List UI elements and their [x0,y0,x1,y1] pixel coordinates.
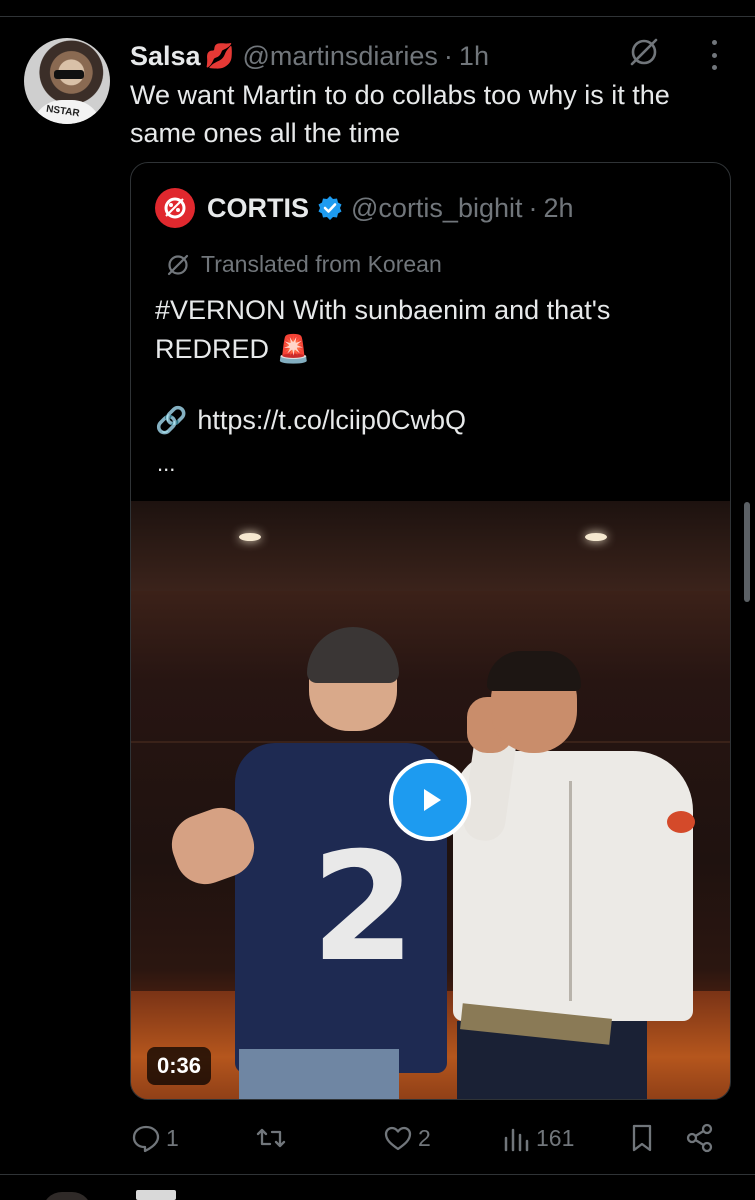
studio-ceiling [131,501,730,591]
translated-label[interactable]: Translated from Korean [165,251,442,278]
header-separator: · [443,40,453,71]
bookmark-icon [632,1124,652,1152]
video-duration: 0:36 [147,1047,212,1085]
quoted-ellipsis: ... [157,451,176,476]
quoted-author-name[interactable]: CORTIS [207,193,309,224]
post-text: We want Martin to do collabs too why is … [130,80,670,148]
views-icon [504,1128,529,1152]
share-button[interactable] [684,1118,720,1158]
action-bar: 1 2 161 [130,1118,730,1158]
post-time[interactable]: 1h [459,41,489,72]
name-emoji: 💋 [204,42,235,70]
person-left-jeans [239,1049,399,1099]
views-count: 161 [536,1124,575,1151]
views-button[interactable]: 161 [502,1118,574,1158]
post-header: Salsa 💋 @martinsdiaries · 1h [130,36,489,76]
jacket-patch [667,811,695,833]
next-post-name [136,1190,176,1200]
reply-count: 1 [166,1124,179,1151]
author-name[interactable]: Salsa [130,41,201,72]
quoted-link[interactable]: https://t.co/lciip0CwbQ [197,405,466,436]
top-divider [0,16,755,17]
jacket-zipper [569,781,572,1001]
bottom-divider [0,1174,755,1175]
repost-button[interactable] [254,1118,292,1158]
author-avatar[interactable]: NSTAR [24,38,110,124]
play-icon [424,789,441,811]
quoted-author-handle[interactable]: @cortis_bighit [351,193,522,224]
like-icon [384,1126,412,1151]
reply-icon [132,1125,160,1153]
wall-line [131,741,730,743]
quoted-text: #VERNON With sunbaenim and that's REDRED… [155,295,611,364]
person-left-beanie [307,627,399,683]
repost-icon [256,1128,286,1148]
like-count: 2 [418,1124,431,1151]
person-right-hair [487,651,581,691]
scrollbar[interactable] [744,502,750,602]
next-post-avatar[interactable] [42,1192,92,1200]
bookmark-button[interactable] [628,1118,660,1158]
ceiling-light [239,533,261,541]
grok-icon[interactable] [626,34,662,70]
quoted-time[interactable]: 2h [544,193,574,224]
shirt-number: 2 [311,821,416,995]
link-emoji: 🔗 [155,405,188,435]
quoted-post[interactable]: CORTIS @cortis_bighit · 2h Translated fr… [130,162,731,1100]
quoted-link-line: 🔗 https://t.co/lciip0CwbQ [155,405,466,436]
avatar-sunglasses [54,70,84,79]
verified-icon [318,196,342,220]
play-button[interactable] [389,759,471,841]
translate-icon [167,254,189,275]
translated-text: Translated from Korean [201,251,442,277]
share-icon [686,1123,713,1153]
ceiling-light [585,533,607,541]
video-player[interactable]: 2 0:36 [131,501,730,1099]
reply-button[interactable]: 1 [130,1118,179,1158]
like-button[interactable]: 2 [382,1118,431,1158]
quoted-avatar[interactable] [155,188,195,228]
quoted-separator: · [528,192,538,223]
more-icon[interactable] [704,40,724,70]
quoted-header: CORTIS @cortis_bighit · 2h [155,188,574,228]
author-handle[interactable]: @martinsdiaries [242,41,437,72]
